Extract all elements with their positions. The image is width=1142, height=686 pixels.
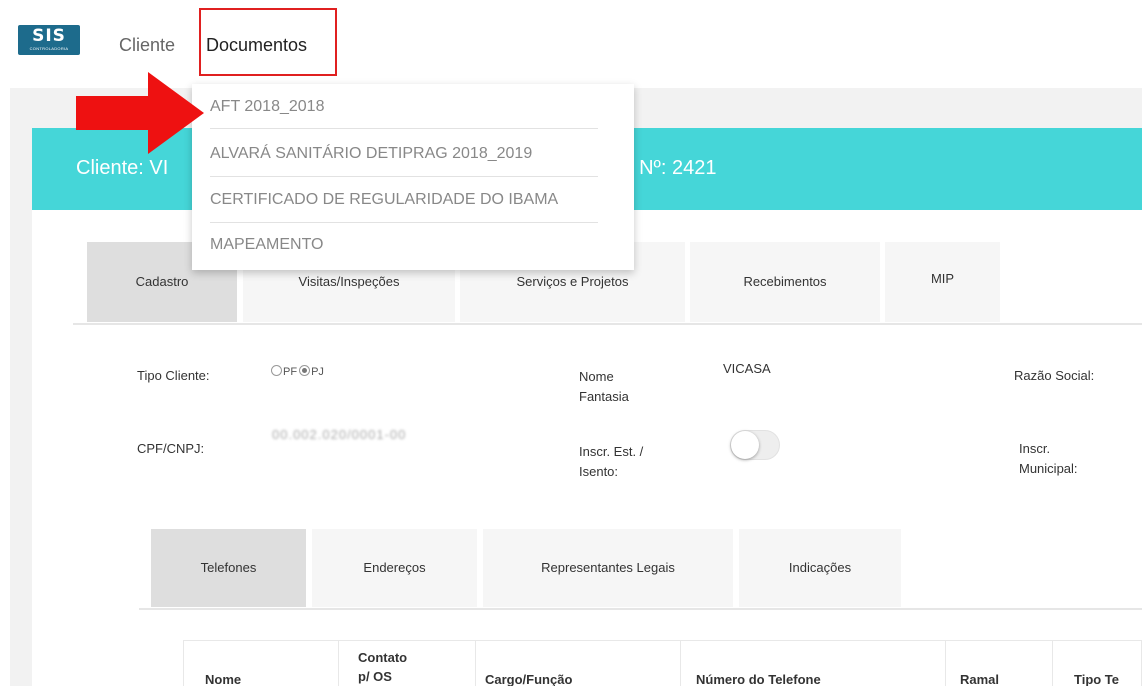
th-tipo-telefone: Tipo Te <box>1074 672 1120 686</box>
dropdown-separator <box>210 176 598 177</box>
th-ramal: Ramal <box>960 672 1000 686</box>
subtabs-divider <box>139 608 1142 610</box>
nome-fantasia-label: Nome Fantasia <box>579 369 629 404</box>
dropdown-item-mapeamento[interactable]: MAPEAMENTO <box>210 236 324 254</box>
table-col-divider <box>338 641 339 686</box>
logo-subtext: CONTROLADORIA <box>29 46 69 51</box>
subtab-indicacoes[interactable]: Indicações <box>739 529 901 607</box>
client-title: Cliente: VI <box>76 157 169 179</box>
telefones-table: Nome Contato p/ OS Cargo/Função Número d… <box>183 640 1142 686</box>
razao-social-label: Razão Social: <box>1014 368 1095 383</box>
th-contato-os: Contato p/ OS <box>358 650 408 684</box>
isento-toggle[interactable] <box>730 430 780 460</box>
radio-pj[interactable] <box>299 365 311 376</box>
tab-recebimentos[interactable]: Recebimentos <box>690 242 880 322</box>
table-col-divider <box>475 641 476 686</box>
dropdown-item-aft[interactable]: AFT 2018_2018 <box>210 98 324 116</box>
radio-pj-label: PJ <box>311 366 324 378</box>
tipo-cliente-radio-group: PF PJ <box>271 361 326 382</box>
red-arrow-annotation <box>76 72 204 154</box>
documentos-dropdown: AFT 2018_2018 ALVARÁ SANITÁRIO DETIPRAG … <box>192 84 634 270</box>
cpf-cnpj-label: CPF/CNPJ: <box>137 441 205 456</box>
table-col-divider <box>945 641 946 686</box>
tabs-divider <box>73 323 1142 325</box>
subtab-representantes-legais[interactable]: Representantes Legais <box>483 529 733 607</box>
dropdown-item-certificado-ibama[interactable]: CERTIFICADO DE REGULARIDADE DO IBAMA <box>210 191 558 209</box>
tipo-cliente-label: Tipo Cliente: <box>137 368 210 383</box>
dropdown-separator <box>210 128 598 129</box>
sis-logo[interactable]: SIS CONTROLADORIA <box>18 25 80 55</box>
nome-fantasia-value[interactable]: VICASA <box>723 359 771 379</box>
th-nome: Nome <box>205 672 242 686</box>
radio-pf[interactable] <box>271 365 282 376</box>
subtab-telefones[interactable]: Telefones <box>151 529 306 607</box>
toggle-knob <box>731 431 759 459</box>
inscr-municipal-label: Inscr. Municipal: <box>1019 441 1078 476</box>
table-col-divider <box>1052 641 1053 686</box>
inscr-est-label: Inscr. Est. / Isento: <box>579 444 644 479</box>
dropdown-separator <box>210 222 598 223</box>
th-cargo-funcao: Cargo/Função <box>485 672 573 686</box>
th-numero-telefone: Número do Telefone <box>696 672 821 686</box>
subtab-enderecos[interactable]: Endereços <box>312 529 477 607</box>
radio-pf-label: PF <box>283 366 298 378</box>
logo-text: SIS <box>32 26 66 46</box>
table-col-divider <box>680 641 681 686</box>
highlight-annotation-box <box>199 8 337 76</box>
dropdown-item-alvara[interactable]: ALVARÁ SANITÁRIO DETIPRAG 2018_2019 <box>210 145 532 163</box>
cpf-cnpj-value[interactable]: 00.002.020/0001-00 <box>272 427 406 442</box>
nav-cliente[interactable]: Cliente <box>119 35 175 56</box>
tab-mip[interactable]: MIP <box>885 242 1000 322</box>
